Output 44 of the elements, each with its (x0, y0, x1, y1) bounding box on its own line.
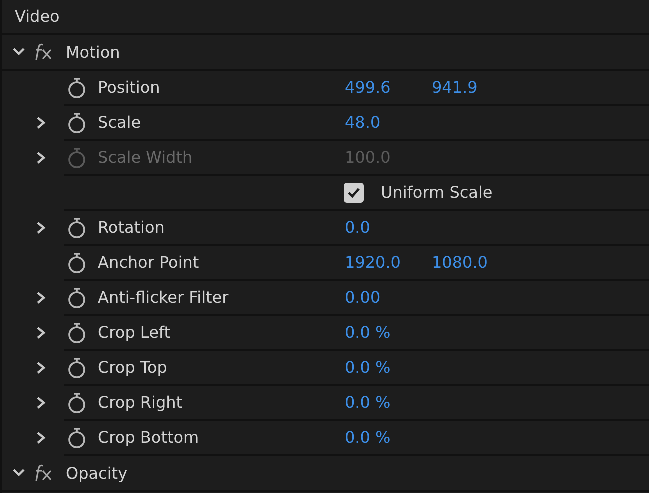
checkbox[interactable] (344, 182, 364, 202)
stopwatch-icon[interactable] (67, 252, 87, 274)
property-label: Crop Left (98, 323, 172, 342)
stopwatch-icon[interactable] (67, 286, 87, 308)
stopwatch-icon[interactable] (67, 76, 87, 98)
value-field[interactable]: 1080.0 (432, 253, 519, 272)
value-field[interactable]: 1920.0 (345, 253, 432, 272)
checkmark-icon (347, 186, 361, 198)
effect-name: Opacity (66, 464, 128, 482)
stopwatch-icon[interactable] (67, 392, 87, 414)
property-label: Crop Top (98, 358, 168, 377)
chevron-right-icon[interactable] (35, 431, 47, 445)
property-label: Crop Right (98, 393, 184, 412)
checkbox-label: Uniform Scale (381, 183, 493, 202)
value-field[interactable]: 48.0 (345, 113, 432, 132)
value-field[interactable]: 0.00 (345, 288, 432, 307)
value-field[interactable]: 0.0 % (345, 323, 432, 342)
chevron-right-icon[interactable] (35, 396, 47, 410)
property-label: Rotation (98, 218, 166, 237)
stopwatch-icon[interactable] (67, 216, 87, 238)
value-field[interactable]: 941.9 (432, 78, 519, 97)
property-label: Position (98, 78, 162, 97)
chevron-right-icon[interactable] (35, 326, 47, 340)
property-label: Scale Width (98, 148, 194, 167)
chevron-right-icon[interactable] (35, 221, 47, 235)
stopwatch-icon[interactable] (67, 112, 87, 134)
chevron-right-icon[interactable] (35, 361, 47, 375)
effect-name: Motion (66, 42, 120, 62)
property-label: Anti-flicker Filter (98, 288, 230, 307)
stopwatch-icon[interactable] (67, 426, 87, 448)
value-field[interactable]: 0.0 % (345, 393, 432, 412)
property-label: Anchor Point (98, 253, 200, 272)
chevron-right-icon[interactable] (35, 116, 47, 130)
value-field: 100.0 (345, 148, 432, 167)
value-field[interactable]: 0.0 % (345, 428, 432, 447)
property-label: Scale (98, 113, 142, 132)
property-label: Crop Bottom (98, 428, 200, 447)
value-field[interactable]: 0.0 (345, 218, 432, 237)
stopwatch-icon[interactable] (67, 322, 87, 344)
value-field[interactable]: 499.6 (345, 78, 432, 97)
stopwatch-icon[interactable] (67, 356, 87, 378)
chevron-right-icon[interactable] (35, 291, 47, 305)
value-field[interactable]: 0.0 % (345, 358, 432, 377)
section-title: Video (15, 7, 60, 26)
